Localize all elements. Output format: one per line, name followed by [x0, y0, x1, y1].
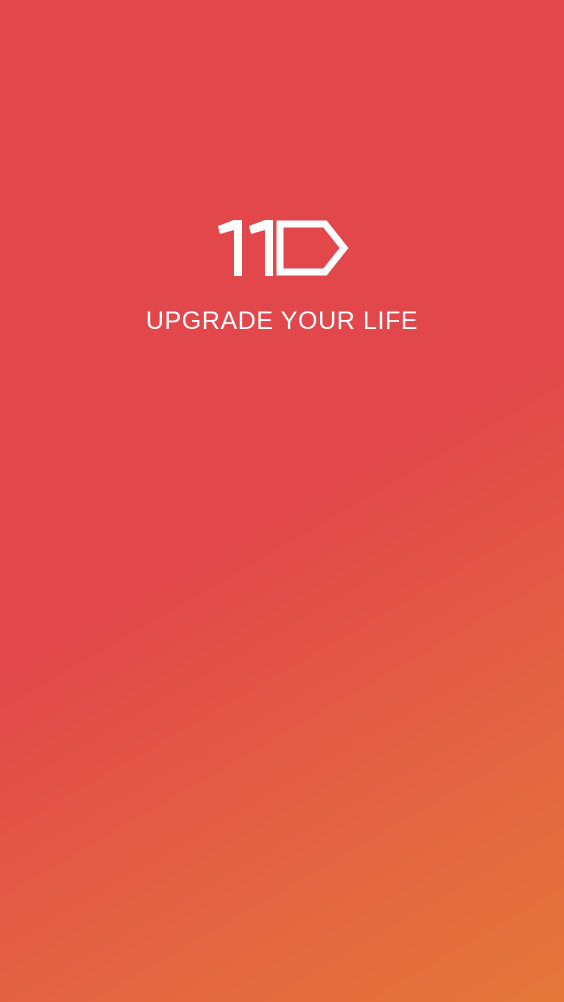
brand-logo: [218, 220, 349, 276]
splash-screen: UPGRADE YOUR LIFE: [0, 0, 564, 1002]
tagline: UPGRADE YOUR LIFE: [145, 307, 419, 335]
brand-logo-icon: [218, 220, 349, 276]
